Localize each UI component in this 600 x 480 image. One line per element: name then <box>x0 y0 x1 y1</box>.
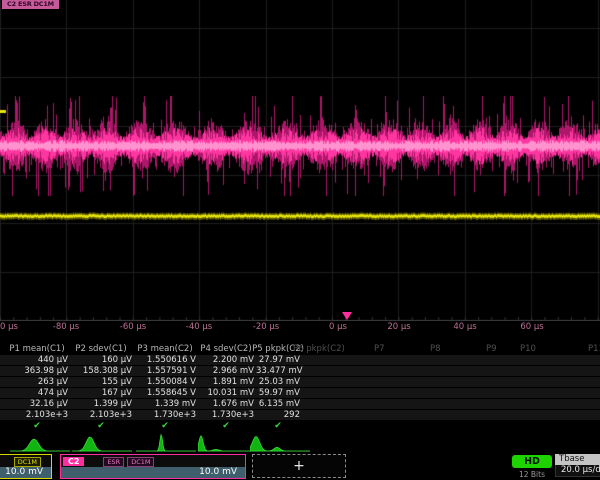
time-axis-label: 20 µs <box>387 322 410 332</box>
measure-header-inactive[interactable]: P6 pkpk(C2) <box>293 344 345 354</box>
time-axis-label: -80 µs <box>53 322 79 332</box>
measure-value: 1.399 µV <box>70 399 132 409</box>
waveform-grid[interactable] <box>0 0 600 321</box>
channel-c1-descriptor[interactable]: C1 DC1M 10.0 mV <box>0 454 52 479</box>
measure-status-check-icon: ✔ <box>161 421 169 431</box>
measure-header-p1[interactable]: P1 mean(C1) <box>9 344 64 354</box>
measure-value: 2.103e+3 <box>6 410 68 420</box>
measure-header-inactive[interactable]: P7 <box>374 344 385 354</box>
measure-status-check-icon: ✔ <box>274 421 282 431</box>
c1-vdiv-value: 10.0 mV <box>0 467 51 478</box>
measure-value: 155 µV <box>70 377 132 387</box>
measure-value: 1.730e+3 <box>198 410 254 420</box>
measure-value: 2.966 mV <box>198 366 254 376</box>
add-trace-button[interactable]: + <box>252 454 346 478</box>
measure-value: 2.200 mV <box>198 355 254 365</box>
time-axis-label: -100 µs <box>0 322 18 332</box>
c2-eres-chip: ESR <box>103 457 124 467</box>
measure-header-inactive[interactable]: P11 <box>588 344 600 354</box>
time-axis-label: -20 µs <box>253 322 279 332</box>
measure-value: 167 µV <box>70 388 132 398</box>
measure-row: 2.103e+32.103e+31.730e+31.730e+3292 <box>0 410 600 420</box>
histicon-p2[interactable] <box>72 433 132 453</box>
measure-header-p2[interactable]: P2 sdev(C1) <box>75 344 126 354</box>
measure-header-p4[interactable]: P4 sdev(C2) <box>200 344 251 354</box>
measure-value: 363.98 µV <box>6 366 68 376</box>
measure-value: 1.557591 V <box>134 366 196 376</box>
measure-value: 6.135 mV <box>256 399 300 409</box>
trigger-position-marker[interactable] <box>342 312 352 320</box>
measure-value: 25.03 mV <box>256 377 300 387</box>
measure-value: 263 µV <box>6 377 68 387</box>
measure-value: 59.97 mV <box>256 388 300 398</box>
time-axis-label: 60 µs <box>520 322 543 332</box>
c2-label: C2 <box>63 457 84 466</box>
measure-value: 1.558645 V <box>134 388 196 398</box>
measure-value: 1.339 mV <box>134 399 196 409</box>
histicon-p4[interactable] <box>198 433 258 453</box>
time-axis-label: -40 µs <box>186 322 212 332</box>
time-axis-label: -60 µs <box>120 322 146 332</box>
measure-status-check-icon: ✔ <box>97 421 105 431</box>
hd-mode-badge[interactable]: HD <box>512 455 552 468</box>
trace-annotation-badge: C2 ESR DC1M <box>2 0 59 9</box>
measure-row: 474 µV167 µV1.558645 V10.031 mV59.97 mV <box>0 388 600 398</box>
time-axis: -100 µs -80 µs -60 µs -40 µs -20 µs 0 µs 20 µs… <box>0 322 600 335</box>
measure-value: 1.730e+3 <box>134 410 196 420</box>
c2-coupling-chip: DC1M <box>127 457 154 467</box>
measure-value: 1.676 mV <box>198 399 254 409</box>
measure-value: 1.891 mV <box>198 377 254 387</box>
measure-value: 158.308 µV <box>70 366 132 376</box>
oscilloscope-screen: C2 ESR DC1M -100 µs -80 µs -60 µs -40 µs -20… <box>0 0 600 480</box>
measure-value: 474 µV <box>6 388 68 398</box>
measure-status-check-icon: ✔ <box>33 421 41 431</box>
time-axis-label: 0 µs <box>329 322 347 332</box>
bottom-toolbar: C1 DC1M 10.0 mV C2 ESR DC1M 10.0 mV + HD… <box>0 454 600 480</box>
measure-row: 440 µV160 µV1.550616 V2.200 mV27.97 mV <box>0 355 600 365</box>
measure-value: 2.103e+3 <box>70 410 132 420</box>
histicon-row <box>0 433 600 453</box>
measure-header-inactive[interactable]: P8 <box>430 344 441 354</box>
measure-value: 27.97 mV <box>256 355 300 365</box>
histicon-p5[interactable] <box>250 433 310 453</box>
measure-value: 1.550616 V <box>134 355 196 365</box>
measure-row: 363.98 µV158.308 µV1.557591 V2.966 mV33.… <box>0 366 600 376</box>
timebase-descriptor[interactable]: Tbase 20.0 µs/div <box>555 454 600 478</box>
measure-header-inactive[interactable]: P9 <box>486 344 497 354</box>
timebase-value: 20.0 µs/div <box>555 465 600 477</box>
measure-value: 10.031 mV <box>198 388 254 398</box>
c1-coupling-chip: DC1M <box>14 457 41 467</box>
measure-value: 292 <box>256 410 300 420</box>
measure-value: 160 µV <box>70 355 132 365</box>
timebase-title: Tbase <box>555 454 600 465</box>
measure-row: 263 µV155 µV1.550084 V1.891 mV25.03 mV <box>0 377 600 387</box>
measure-value: 33.477 mV <box>256 366 300 376</box>
measure-status-check-icon: ✔ <box>222 421 230 431</box>
measure-header-inactive[interactable]: P10 <box>520 344 536 354</box>
histicon-p1[interactable] <box>10 433 70 453</box>
channel-c2-descriptor[interactable]: C2 ESR DC1M 10.0 mV <box>60 454 246 479</box>
measure-value: 440 µV <box>6 355 68 365</box>
histicon-p3[interactable] <box>136 433 196 453</box>
measure-header-p3[interactable]: P3 mean(C2) <box>137 344 192 354</box>
time-axis-label: 40 µs <box>453 322 476 332</box>
measurement-table: P1 mean(C1) P2 sdev(C1) P3 mean(C2) P4 sdev… <box>0 344 600 434</box>
measure-value: 1.550084 V <box>134 377 196 387</box>
hd-bits-label: 12 Bits <box>512 470 552 479</box>
measure-row: 32.16 µV1.399 µV1.339 mV1.676 mV6.135 mV <box>0 399 600 409</box>
c2-vdiv-value: 10.0 mV <box>61 467 245 478</box>
measure-value: 32.16 µV <box>6 399 68 409</box>
